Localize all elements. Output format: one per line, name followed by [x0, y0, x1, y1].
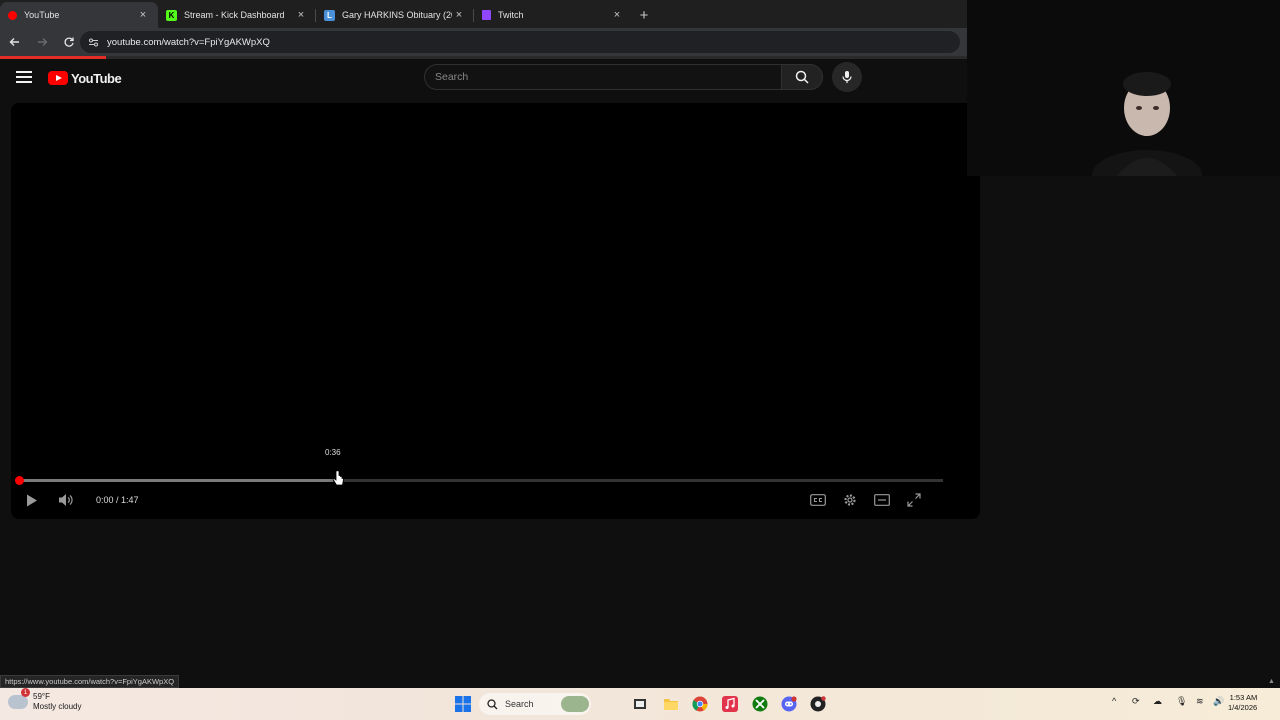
time-display: 0:00 / 1:47	[96, 495, 139, 505]
youtube-icon	[8, 10, 17, 20]
weather-temp: 59°F	[33, 692, 50, 701]
gear-icon	[844, 494, 856, 506]
task-view-button[interactable]	[630, 694, 650, 714]
microphone-icon	[842, 71, 852, 83]
youtube-logo[interactable]: YouTube	[48, 69, 122, 87]
new-tab-button[interactable]: +	[632, 2, 656, 28]
captions-button[interactable]	[810, 491, 826, 509]
search-input[interactable]: Search	[424, 64, 782, 90]
scroll-up-icon: ▲	[1268, 678, 1275, 685]
music-note-icon	[722, 696, 738, 712]
tab-close-icon[interactable]: ×	[452, 9, 466, 21]
tab-title: Twitch	[498, 10, 524, 20]
seek-hover-time: 0:36	[325, 448, 341, 457]
discord-button[interactable]	[779, 694, 799, 714]
weather-desc: Mostly cloudy	[33, 702, 82, 711]
weather-widget[interactable]: 1 59°F Mostly cloudy	[8, 688, 82, 712]
tab-obituary[interactable]: L Gary HARKINS Obituary (2015) ×	[316, 2, 474, 28]
weather-badge: 1	[21, 688, 30, 697]
taskbar-search-label: Search	[505, 699, 534, 709]
volume-icon	[59, 494, 73, 506]
chrome-button[interactable]	[690, 694, 710, 714]
link-status-bar: https://www.youtube.com/watch?v=FpiYgAKW…	[0, 675, 180, 688]
mute-button[interactable]	[58, 491, 74, 509]
youtube-masthead: YouTube Search	[0, 59, 967, 97]
tab-youtube[interactable]: YouTube ×	[0, 2, 158, 28]
taskbar-search[interactable]: Search	[479, 693, 591, 715]
search-button[interactable]	[781, 64, 823, 90]
mouse-cursor-icon	[332, 470, 344, 486]
progress-bar[interactable]	[15, 476, 943, 485]
clock-time: 1:53 AM	[1229, 693, 1258, 702]
search-icon	[795, 70, 809, 84]
voice-search-button[interactable]	[832, 62, 862, 92]
folder-icon	[664, 699, 678, 710]
youtube-play-icon	[48, 71, 68, 85]
reload-button[interactable]	[57, 30, 81, 54]
tab-strip: YouTube × K Stream - Kick Dashboard × L …	[0, 0, 967, 28]
cloud-icon[interactable]: ☁	[1153, 696, 1162, 707]
cloudy-weather-icon: 1	[8, 688, 30, 709]
clock-date: 1/4/2026	[1228, 703, 1258, 712]
forward-button[interactable]	[30, 30, 54, 54]
obs-icon	[810, 696, 826, 712]
obs-button[interactable]	[808, 694, 828, 714]
site-info-icon[interactable]	[88, 37, 99, 48]
play-button[interactable]	[25, 491, 39, 509]
captions-icon	[810, 494, 826, 506]
hamburger-menu-icon[interactable]	[14, 68, 34, 88]
legacy-icon: L	[324, 9, 335, 21]
windows-logo-icon	[455, 696, 471, 712]
scrubber-handle[interactable]	[15, 476, 24, 485]
xbox-icon	[752, 696, 768, 712]
xbox-button[interactable]	[750, 694, 770, 714]
forward-arrow-icon	[38, 38, 48, 46]
browser-toolbar: youtube.com/watch?v=FpiYgAKWpXQ	[0, 28, 967, 56]
windows-taskbar: 1 59°F Mostly cloudy Search ^ ⟳ ☁ 🎙 ≋ 🔊 …	[0, 688, 1280, 720]
tab-title: Gary HARKINS Obituary (2015)	[342, 10, 452, 20]
page-background	[980, 176, 1280, 688]
task-view-icon	[634, 699, 646, 709]
system-clock[interactable]: 1:53 AM 1/4/2026	[1228, 693, 1257, 713]
progress-hover-fill	[19, 479, 334, 482]
fullscreen-button[interactable]	[906, 491, 922, 509]
youtube-logo-text: YouTube	[71, 70, 122, 86]
search-icon	[487, 698, 498, 709]
webcam-overlay	[967, 0, 1280, 200]
back-button[interactable]	[3, 30, 27, 54]
reload-icon	[64, 37, 74, 47]
screen: YouTube × K Stream - Kick Dashboard × L …	[0, 0, 1280, 720]
fullscreen-icon	[907, 493, 921, 507]
wifi-icon[interactable]: ≋	[1196, 696, 1204, 707]
tab-close-icon[interactable]: ×	[610, 9, 624, 21]
theater-mode-icon	[874, 494, 890, 506]
url-text: youtube.com/watch?v=FpiYgAKWpXQ	[107, 36, 270, 48]
tab-title: YouTube	[24, 10, 60, 20]
address-bar[interactable]: youtube.com/watch?v=FpiYgAKWpXQ	[80, 31, 960, 53]
back-arrow-icon	[9, 38, 19, 46]
microphone-icon[interactable]: 🎙	[1176, 696, 1187, 707]
speaker-icon[interactable]: 🔊	[1213, 696, 1224, 707]
settings-button[interactable]	[842, 491, 858, 509]
chrome-icon	[692, 696, 708, 712]
tab-close-icon[interactable]: ×	[136, 9, 150, 21]
tab-close-icon[interactable]: ×	[294, 9, 308, 21]
show-hidden-icons-chevron-icon[interactable]: ^	[1112, 696, 1116, 706]
theater-mode-button[interactable]	[874, 491, 890, 509]
tab-title: Stream - Kick Dashboard	[184, 10, 285, 20]
discord-icon	[781, 696, 797, 712]
start-button[interactable]	[453, 694, 473, 714]
video-player[interactable]: 0:36 0:00 / 1:47	[11, 103, 980, 519]
kick-icon: K	[166, 9, 177, 21]
twitch-icon	[482, 10, 491, 20]
file-explorer-button[interactable]	[661, 694, 681, 714]
sync-icon[interactable]: ⟳	[1132, 696, 1140, 707]
music-app-button[interactable]	[720, 694, 740, 714]
search-highlight-image	[561, 696, 589, 712]
streamer-webcam-image	[967, 0, 1280, 200]
play-icon	[27, 494, 37, 506]
tab-twitch[interactable]: Twitch ×	[474, 2, 632, 28]
tab-kick-dashboard[interactable]: K Stream - Kick Dashboard ×	[158, 2, 316, 28]
